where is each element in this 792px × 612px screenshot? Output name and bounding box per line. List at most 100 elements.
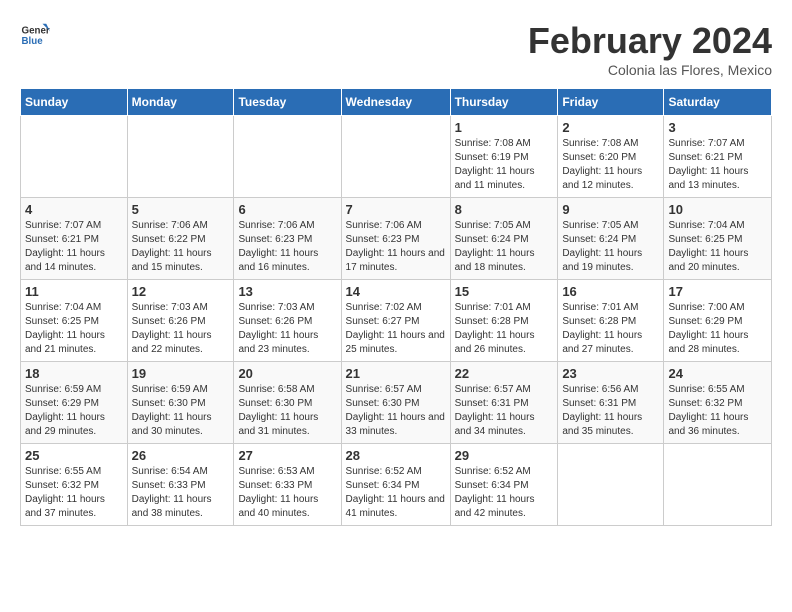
subtitle: Colonia las Flores, Mexico: [528, 62, 772, 78]
day-cell: 18Sunrise: 6:59 AMSunset: 6:29 PMDayligh…: [21, 362, 128, 444]
day-info: Sunrise: 7:05 AMSunset: 6:24 PMDaylight:…: [562, 219, 659, 275]
day-info: Sunrise: 7:07 AMSunset: 6:21 PMDaylight:…: [25, 219, 123, 275]
day-info: Sunrise: 6:52 AMSunset: 6:34 PMDaylight:…: [455, 465, 554, 521]
day-info: Sunrise: 7:03 AMSunset: 6:26 PMDaylight:…: [132, 301, 230, 357]
day-cell: 5 Sunrise: 7:06 AMSunset: 6:22 PMDaylight…: [127, 198, 234, 280]
week-row-2: 4 Sunrise: 7:07 AMSunset: 6:21 PMDaylight…: [21, 198, 772, 280]
column-header-sunday: Sunday: [21, 89, 128, 116]
day-cell: 29 Sunrise: 6:52 AMSunset: 6:34 PMDayligh…: [450, 444, 558, 526]
day-cell: [341, 116, 450, 198]
day-info: Sunrise: 7:01 AMSunset: 6:28 PMDaylight:…: [455, 301, 554, 357]
day-number: 2: [562, 120, 659, 135]
day-info: Sunrise: 7:00 AMSunset: 6:29 PMDaylight:…: [668, 301, 767, 357]
day-number: 13: [238, 284, 336, 299]
header-row: SundayMondayTuesdayWednesdayThursdayFrid…: [21, 89, 772, 116]
logo-icon: General Blue: [20, 20, 50, 50]
day-info: Sunrise: 6:59 AMSunset: 6:29 PMDaylight:…: [25, 383, 123, 439]
day-info: Sunrise: 7:06 AMSunset: 6:23 PMDaylight:…: [238, 219, 336, 275]
day-cell: 3 Sunrise: 7:07 AMSunset: 6:21 PMDaylight…: [664, 116, 772, 198]
day-number: 7: [346, 202, 446, 217]
day-cell: 16Sunrise: 7:01 AMSunset: 6:28 PMDayligh…: [558, 280, 664, 362]
week-row-3: 11 Sunrise: 7:04 AMSunset: 6:25 PMDayligh…: [21, 280, 772, 362]
column-header-wednesday: Wednesday: [341, 89, 450, 116]
day-info: Sunrise: 6:52 AMSunset: 6:34 PMDaylight:…: [346, 465, 446, 521]
day-number: 15: [455, 284, 554, 299]
day-info: Sunrise: 7:08 AMSunset: 6:20 PMDaylight:…: [562, 137, 659, 193]
day-info: Sunrise: 7:04 AMSunset: 6:25 PMDaylight:…: [25, 301, 123, 357]
day-number: 5: [132, 202, 230, 217]
day-number: 6: [238, 202, 336, 217]
day-cell: [21, 116, 128, 198]
logo: General Blue: [20, 20, 50, 50]
day-number: 29: [455, 448, 554, 463]
day-cell: 28 Sunrise: 6:52 AMSunset: 6:34 PMDayligh…: [341, 444, 450, 526]
day-info: Sunrise: 7:01 AMSunset: 6:28 PMDaylight:…: [562, 301, 659, 357]
day-cell: 26Sunrise: 6:54 AMSunset: 6:33 PMDayligh…: [127, 444, 234, 526]
calendar-header: SundayMondayTuesdayWednesdayThursdayFrid…: [21, 89, 772, 116]
day-cell: 6 Sunrise: 7:06 AMSunset: 6:23 PMDaylight…: [234, 198, 341, 280]
day-info: Sunrise: 7:06 AMSunset: 6:23 PMDaylight:…: [346, 219, 446, 275]
week-row-5: 25Sunrise: 6:55 AMSunset: 6:32 PMDayligh…: [21, 444, 772, 526]
day-number: 10: [668, 202, 767, 217]
day-number: 11: [25, 284, 123, 299]
day-number: 22: [455, 366, 554, 381]
header: General Blue February 2024 Colonia las F…: [20, 20, 772, 78]
column-header-monday: Monday: [127, 89, 234, 116]
day-cell: 1 Sunrise: 7:08 AMSunset: 6:19 PMDaylight…: [450, 116, 558, 198]
day-info: Sunrise: 7:02 AMSunset: 6:27 PMDaylight:…: [346, 301, 446, 357]
day-cell: 23 Sunrise: 6:56 AMSunset: 6:31 PMDayligh…: [558, 362, 664, 444]
day-number: 23: [562, 366, 659, 381]
day-number: 28: [346, 448, 446, 463]
day-cell: 9 Sunrise: 7:05 AMSunset: 6:24 PMDaylight…: [558, 198, 664, 280]
day-cell: [127, 116, 234, 198]
day-info: Sunrise: 6:55 AMSunset: 6:32 PMDaylight:…: [668, 383, 767, 439]
day-cell: 19Sunrise: 6:59 AMSunset: 6:30 PMDayligh…: [127, 362, 234, 444]
day-info: Sunrise: 6:57 AMSunset: 6:30 PMDaylight:…: [346, 383, 446, 439]
day-cell: 17 Sunrise: 7:00 AMSunset: 6:29 PMDayligh…: [664, 280, 772, 362]
calendar-table: SundayMondayTuesdayWednesdayThursdayFrid…: [20, 88, 772, 526]
day-number: 25: [25, 448, 123, 463]
day-cell: 2 Sunrise: 7:08 AMSunset: 6:20 PMDaylight…: [558, 116, 664, 198]
day-number: 17: [668, 284, 767, 299]
day-number: 21: [346, 366, 446, 381]
week-row-1: 1 Sunrise: 7:08 AMSunset: 6:19 PMDaylight…: [21, 116, 772, 198]
main-title: February 2024: [528, 20, 772, 62]
day-info: Sunrise: 6:58 AMSunset: 6:30 PMDaylight:…: [238, 383, 336, 439]
day-info: Sunrise: 7:05 AMSunset: 6:24 PMDaylight:…: [455, 219, 554, 275]
day-number: 24: [668, 366, 767, 381]
day-info: Sunrise: 7:07 AMSunset: 6:21 PMDaylight:…: [668, 137, 767, 193]
day-cell: [234, 116, 341, 198]
day-number: 8: [455, 202, 554, 217]
day-cell: 12Sunrise: 7:03 AMSunset: 6:26 PMDayligh…: [127, 280, 234, 362]
column-header-friday: Friday: [558, 89, 664, 116]
day-number: 1: [455, 120, 554, 135]
day-number: 14: [346, 284, 446, 299]
calendar-body: 1 Sunrise: 7:08 AMSunset: 6:19 PMDaylight…: [21, 116, 772, 526]
day-cell: 21 Sunrise: 6:57 AMSunset: 6:30 PMDayligh…: [341, 362, 450, 444]
day-cell: 20 Sunrise: 6:58 AMSunset: 6:30 PMDayligh…: [234, 362, 341, 444]
day-number: 3: [668, 120, 767, 135]
day-cell: 4 Sunrise: 7:07 AMSunset: 6:21 PMDaylight…: [21, 198, 128, 280]
day-cell: 27 Sunrise: 6:53 AMSunset: 6:33 PMDayligh…: [234, 444, 341, 526]
day-cell: [558, 444, 664, 526]
day-number: 4: [25, 202, 123, 217]
day-info: Sunrise: 7:08 AMSunset: 6:19 PMDaylight:…: [455, 137, 554, 193]
column-header-thursday: Thursday: [450, 89, 558, 116]
day-number: 27: [238, 448, 336, 463]
day-info: Sunrise: 6:53 AMSunset: 6:33 PMDaylight:…: [238, 465, 336, 521]
day-number: 9: [562, 202, 659, 217]
day-info: Sunrise: 7:04 AMSunset: 6:25 PMDaylight:…: [668, 219, 767, 275]
day-cell: 10 Sunrise: 7:04 AMSunset: 6:25 PMDayligh…: [664, 198, 772, 280]
day-cell: [664, 444, 772, 526]
column-header-tuesday: Tuesday: [234, 89, 341, 116]
day-info: Sunrise: 7:06 AMSunset: 6:22 PMDaylight:…: [132, 219, 230, 275]
svg-text:General: General: [22, 26, 51, 37]
title-area: February 2024 Colonia las Flores, Mexico: [528, 20, 772, 78]
day-cell: 8 Sunrise: 7:05 AMSunset: 6:24 PMDaylight…: [450, 198, 558, 280]
day-cell: 13Sunrise: 7:03 AMSunset: 6:26 PMDayligh…: [234, 280, 341, 362]
day-number: 20: [238, 366, 336, 381]
day-info: Sunrise: 6:56 AMSunset: 6:31 PMDaylight:…: [562, 383, 659, 439]
day-number: 26: [132, 448, 230, 463]
day-number: 19: [132, 366, 230, 381]
day-cell: 11 Sunrise: 7:04 AMSunset: 6:25 PMDayligh…: [21, 280, 128, 362]
